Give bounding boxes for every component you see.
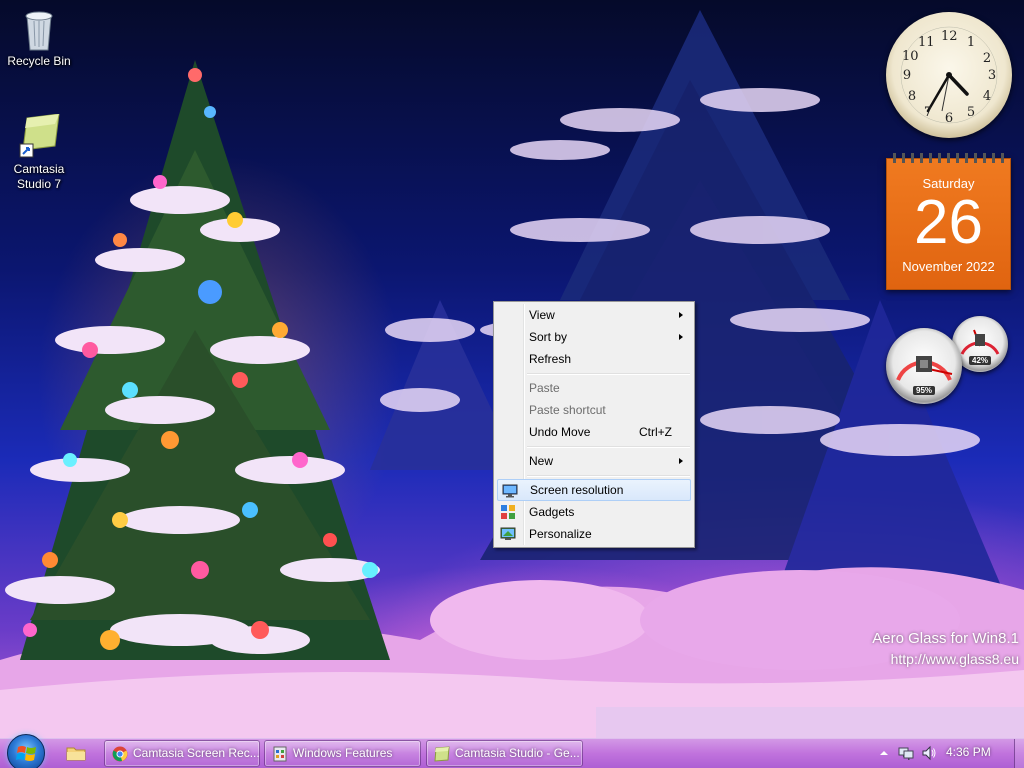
submenu-arrow-icon: [679, 312, 683, 318]
clock-numeral-6: 6: [944, 111, 954, 126]
camtasia-shortcut-icon: [19, 113, 60, 158]
start-button[interactable]: [7, 734, 45, 768]
clock-numeral-10: 10: [902, 49, 919, 64]
menu-item-sort-by[interactable]: Sort by: [496, 326, 692, 348]
submenu-arrow-icon: [679, 334, 683, 340]
clock-numeral-1: 1: [966, 35, 976, 50]
gadgets-icon: [500, 504, 516, 520]
menu-item-view-label: View: [529, 308, 555, 322]
watermark-line-2: http://www.glass8.eu: [890, 651, 1019, 667]
desktop-icon-recycle-bin[interactable]: Recycle Bin: [2, 6, 76, 69]
taskbar-button-camtasia-studio[interactable]: Camtasia Studio - Ge...: [426, 740, 583, 767]
taskbar-clock[interactable]: 4:36 PM: [946, 745, 991, 759]
clock-numeral-2: 2: [982, 51, 992, 66]
menu-separator: [525, 443, 692, 450]
show-desktop-button[interactable]: [1014, 739, 1024, 768]
calendar-rings: [893, 153, 1006, 163]
menu-item-refresh[interactable]: Refresh: [496, 348, 692, 370]
screen-resolution-icon: [502, 483, 518, 499]
menu-item-paste-shortcut-label: Paste shortcut: [529, 403, 606, 417]
clock-numeral-12: 12: [941, 29, 958, 44]
calendar-month: November 2022: [902, 259, 995, 274]
taskbar-button-label: Camtasia Screen Rec...: [133, 746, 260, 760]
personalize-icon: [500, 526, 516, 542]
calendar-gadget[interactable]: Saturday 26 November 2022: [886, 153, 1011, 290]
menu-item-gadgets-label: Gadgets: [529, 505, 575, 519]
memory-percent: 42%: [968, 356, 992, 365]
clock-numeral-3: 3: [987, 68, 997, 83]
show-hidden-icons-arrow-icon[interactable]: [876, 745, 892, 761]
volume-icon[interactable]: [921, 745, 937, 761]
aero-glass-watermark: Aero Glass for Win8.1 http://www.glass8.…: [872, 629, 1019, 669]
menu-separator: [525, 370, 692, 377]
desktop-icon-camtasia-studio[interactable]: Camtasia Studio 7: [2, 113, 76, 192]
menu-item-undo-move[interactable]: Undo Move Ctrl+Z: [496, 421, 692, 443]
recycle-bin-icon: [19, 6, 59, 51]
recycle-bin-label: Recycle Bin: [7, 54, 71, 68]
menu-item-new-label: New: [529, 454, 554, 468]
camtasia-studio-label: Camtasia Studio 7: [13, 162, 65, 191]
taskbar-button-label: Camtasia Studio - Ge...: [455, 746, 580, 760]
taskbar-button-windows-features[interactable]: Windows Features: [264, 740, 421, 767]
menu-item-paste[interactable]: Paste: [496, 377, 692, 399]
taskbar-button-camtasia-recorder[interactable]: Camtasia Screen Rec...: [104, 740, 260, 767]
clock-numeral-9: 9: [902, 68, 912, 83]
chrome-icon: [112, 746, 128, 762]
clock-numeral-11: 11: [918, 35, 935, 50]
watermark-line-1: Aero Glass for Win8.1: [872, 630, 1019, 647]
menu-item-paste-label: Paste: [529, 381, 560, 395]
clock-gadget[interactable]: 12 1 2 3 4 5 6 7 8 9 10 11: [886, 12, 1012, 138]
menu-item-personalize-label: Personalize: [529, 527, 592, 541]
calendar-date: 26: [914, 188, 983, 257]
menu-item-undo-move-label: Undo Move: [529, 425, 591, 439]
menu-item-screen-resolution[interactable]: Screen resolution: [497, 479, 691, 501]
windows-features-icon: [272, 746, 288, 762]
submenu-arrow-icon: [679, 458, 683, 464]
menu-item-paste-shortcut[interactable]: Paste shortcut: [496, 399, 692, 421]
menu-item-undo-shortcut: Ctrl+Z: [639, 425, 672, 439]
menu-item-new[interactable]: New: [496, 450, 692, 472]
menu-item-personalize[interactable]: Personalize: [496, 523, 692, 545]
menu-item-refresh-label: Refresh: [529, 352, 572, 366]
clock-numeral-7: 7: [923, 105, 933, 120]
windows-logo-icon: [16, 746, 36, 761]
glass-overlay: [596, 707, 1024, 738]
clock-numeral-8: 8: [907, 89, 917, 104]
menu-separator: [525, 472, 692, 479]
camtasia-icon: [434, 746, 450, 762]
network-icon[interactable]: [898, 745, 914, 761]
menu-item-screen-resolution-label: Screen resolution: [530, 483, 624, 497]
cpu-meter-gadget[interactable]: 42% 95%: [886, 316, 1012, 406]
clock-numeral-5: 5: [966, 105, 976, 120]
taskbar-button-label: Windows Features: [293, 746, 393, 760]
cpu-gauge: 95%: [886, 328, 962, 404]
desktop-context-menu: View Sort by Refresh Paste Paste shortcu…: [493, 301, 695, 548]
menu-item-gadgets[interactable]: Gadgets: [496, 501, 692, 523]
cpu-percent: 95%: [912, 386, 936, 395]
explorer-pinned-icon[interactable]: [66, 744, 86, 762]
clock-numeral-4: 4: [982, 89, 992, 104]
menu-item-view[interactable]: View: [496, 304, 692, 326]
menu-item-sort-by-label: Sort by: [529, 330, 568, 344]
